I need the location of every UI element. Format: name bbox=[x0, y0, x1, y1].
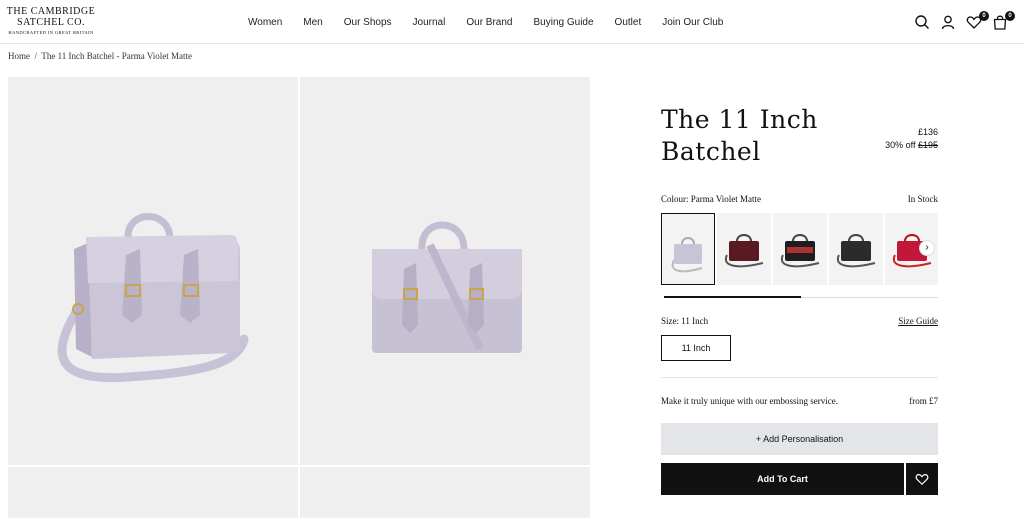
discount-percent: 30% off bbox=[885, 140, 916, 150]
stock-status: In Stock bbox=[907, 194, 938, 204]
swatch-charcoal[interactable] bbox=[829, 213, 883, 285]
logo[interactable]: THE CAMBRIDGE SATCHEL CO. HANDCRAFTED IN… bbox=[6, 6, 96, 36]
nav-buying-guide[interactable]: Buying Guide bbox=[534, 17, 594, 28]
size-option-11-inch[interactable]: 11 Inch bbox=[661, 335, 731, 361]
wishlist-icon[interactable]: 0 bbox=[966, 11, 989, 30]
breadcrumb-current: The 11 Inch Batchel - Parma Violet Matte bbox=[41, 51, 193, 61]
wishlist-count-badge: 0 bbox=[979, 11, 989, 21]
bag-icon[interactable]: 0 bbox=[992, 11, 1015, 30]
main-nav: Women Men Our Shops Journal Our Brand Bu… bbox=[248, 17, 744, 28]
nav-men[interactable]: Men bbox=[303, 17, 322, 28]
swatch-scroll-track bbox=[664, 296, 938, 298]
nav-our-shops[interactable]: Our Shops bbox=[344, 17, 392, 28]
original-price: £195 bbox=[917, 140, 938, 150]
product-gallery bbox=[8, 77, 590, 518]
breadcrumb-home[interactable]: Home bbox=[8, 51, 30, 61]
nav-journal[interactable]: Journal bbox=[413, 17, 446, 28]
nav-outlet[interactable]: Outlet bbox=[615, 17, 642, 28]
swatch-burgundy[interactable] bbox=[717, 213, 771, 285]
breadcrumb-separator: / bbox=[34, 51, 38, 61]
breadcrumb: Home / The 11 Inch Batchel - Parma Viole… bbox=[8, 51, 192, 61]
logo-tagline: HANDCRAFTED IN GREAT BRITAIN bbox=[8, 30, 94, 35]
size-guide-link[interactable]: Size Guide bbox=[898, 316, 938, 326]
nav-our-brand[interactable]: Our Brand bbox=[466, 17, 512, 28]
colour-row: Colour: Parma Violet Matte In Stock bbox=[661, 194, 938, 204]
embossing-text: Make it truly unique with our embossing … bbox=[661, 396, 838, 406]
swatch-scroll-progress bbox=[664, 296, 801, 298]
colour-label: Colour: Parma Violet Matte bbox=[661, 194, 762, 204]
current-price: £136 bbox=[917, 127, 938, 137]
chevron-right-icon[interactable]: › bbox=[919, 240, 935, 256]
bag-count-badge: 0 bbox=[1005, 11, 1015, 21]
product-image-3[interactable] bbox=[8, 467, 298, 518]
product-image-4[interactable] bbox=[300, 467, 590, 518]
search-icon[interactable] bbox=[914, 14, 930, 30]
product-title-line-2: Batchel bbox=[661, 137, 761, 166]
nav-women[interactable]: Women bbox=[248, 17, 282, 28]
size-label: Size: 11 Inch bbox=[661, 316, 709, 326]
price-block: £136 30% off £195 bbox=[885, 126, 938, 152]
add-to-wishlist-button[interactable] bbox=[906, 463, 938, 495]
site-header: THE CAMBRIDGE SATCHEL CO. HANDCRAFTED IN… bbox=[0, 0, 1024, 44]
logo-line-2: SATCHEL CO. bbox=[17, 17, 85, 28]
swatch-black-patent[interactable] bbox=[773, 213, 827, 285]
product-image-front[interactable] bbox=[300, 77, 590, 465]
divider bbox=[661, 377, 938, 378]
embossing-price: from £7 bbox=[909, 396, 938, 406]
product-title-line-1: The 11 Inch bbox=[661, 105, 818, 134]
discount-line: 30% off £195 bbox=[885, 139, 938, 152]
account-icon[interactable] bbox=[940, 14, 956, 30]
nav-join-our-club[interactable]: Join Our Club bbox=[662, 17, 723, 28]
swatch-parma-violet[interactable] bbox=[661, 213, 715, 285]
colour-swatches: › bbox=[661, 213, 938, 285]
add-personalisation-button[interactable]: + Add Personalisation bbox=[661, 423, 938, 455]
header-icons: 0 0 bbox=[914, 11, 1015, 30]
logo-line-1: THE CAMBRIDGE bbox=[6, 6, 96, 17]
product-image-angled[interactable] bbox=[8, 77, 298, 465]
product-title: The 11 Inch Batchel bbox=[661, 104, 861, 168]
add-to-cart-button[interactable]: Add To Cart bbox=[661, 463, 904, 495]
heart-icon bbox=[915, 474, 929, 486]
swatch-red[interactable]: › bbox=[885, 213, 938, 285]
